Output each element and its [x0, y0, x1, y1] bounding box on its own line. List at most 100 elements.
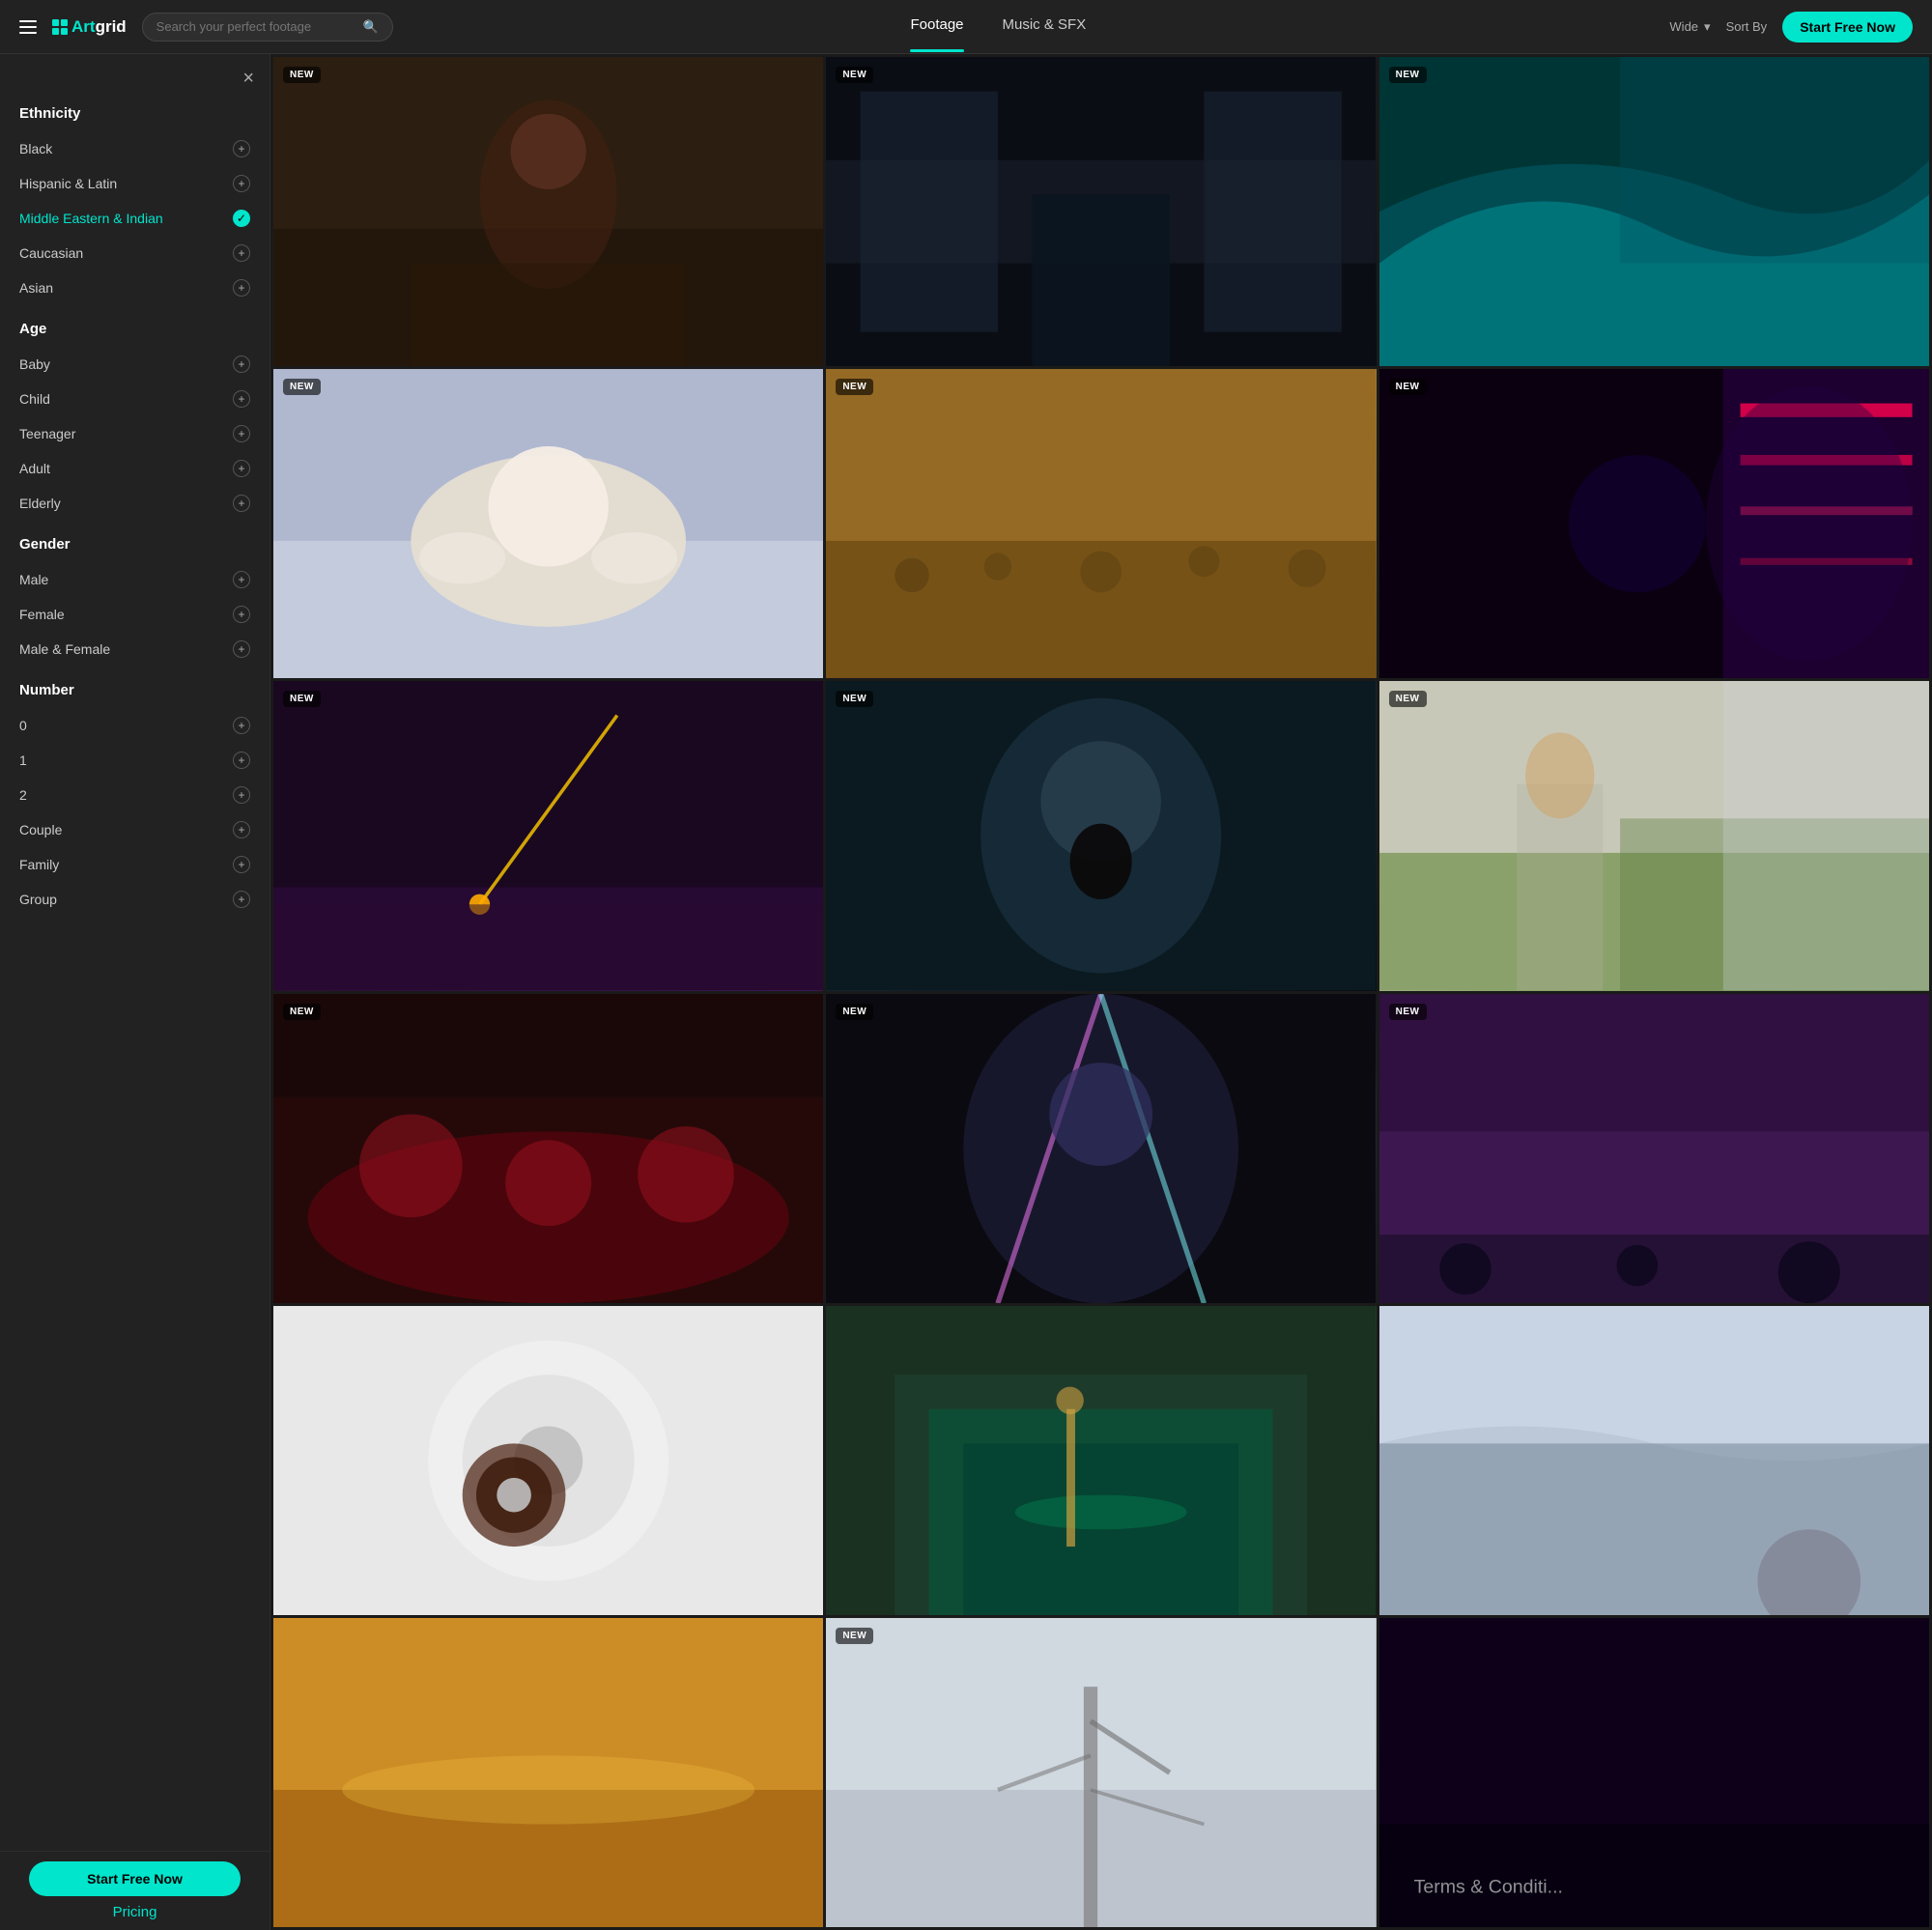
add-child-icon[interactable]: +: [233, 390, 250, 408]
grid-item-6[interactable]: NEW: [1379, 369, 1929, 678]
add-family-icon[interactable]: +: [233, 856, 250, 873]
add-1-icon[interactable]: +: [233, 752, 250, 769]
add-baby-icon[interactable]: +: [233, 355, 250, 373]
filter-item-2[interactable]: 2 +: [19, 778, 250, 812]
grid-item-5[interactable]: NEW: [826, 369, 1376, 678]
view-toggle[interactable]: Wide ▾: [1669, 19, 1710, 35]
add-caucasian-icon[interactable]: +: [233, 244, 250, 262]
start-free-button-header[interactable]: Start Free Now: [1782, 12, 1913, 43]
nav-music-sfx[interactable]: Music & SFX: [1003, 16, 1087, 37]
grid-item-16[interactable]: [273, 1618, 823, 1927]
content-area: NEW NEW: [270, 54, 1932, 1930]
new-badge-1: NEW: [283, 67, 321, 83]
number-heading: Number: [19, 682, 250, 698]
filter-item-hispanic[interactable]: Hispanic & Latin +: [19, 166, 250, 201]
grid-item-11[interactable]: NEW: [826, 994, 1376, 1303]
new-badge-10: NEW: [283, 1004, 321, 1020]
new-badge-8: NEW: [836, 691, 873, 707]
filter-item-group[interactable]: Group +: [19, 882, 250, 917]
add-middle-eastern-icon[interactable]: ✓: [233, 210, 250, 227]
logo-icon: [52, 19, 68, 35]
filter-item-male[interactable]: Male +: [19, 562, 250, 597]
sort-by[interactable]: Sort By: [1726, 19, 1768, 34]
grid-item-2[interactable]: NEW: [826, 57, 1376, 366]
grid-item-10[interactable]: NEW: [273, 994, 823, 1303]
filter-item-baby[interactable]: Baby +: [19, 347, 250, 382]
pricing-link[interactable]: Pricing: [29, 1904, 241, 1920]
grid-item-14[interactable]: [826, 1306, 1376, 1615]
search-input[interactable]: [156, 19, 355, 34]
hamburger-icon[interactable]: [19, 20, 37, 34]
filter-item-elderly[interactable]: Elderly +: [19, 486, 250, 521]
filter-item-teenager[interactable]: Teenager +: [19, 416, 250, 451]
thumbnail-5-svg: [826, 369, 1376, 678]
grid-item-3[interactable]: NEW: [1379, 57, 1929, 366]
header: Artgrid 🔍 Footage Music & SFX Wide ▾ Sor…: [0, 0, 1932, 54]
filter-item-black[interactable]: Black +: [19, 131, 250, 166]
filter-item-caucasian[interactable]: Caucasian +: [19, 236, 250, 270]
add-0-icon[interactable]: +: [233, 717, 250, 734]
thumbnail-1-svg: [273, 57, 823, 366]
filter-item-female[interactable]: Female +: [19, 597, 250, 632]
grid-item-13[interactable]: [273, 1306, 823, 1615]
grid-item-12[interactable]: NEW: [1379, 994, 1929, 1303]
filter-close-row: ×: [0, 54, 270, 90]
filter-item-1[interactable]: 1 +: [19, 743, 250, 778]
add-group-icon[interactable]: +: [233, 891, 250, 908]
thumbnail-2-svg: [826, 57, 1376, 366]
grid-item-4[interactable]: NEW: [273, 369, 823, 678]
new-badge-4: NEW: [283, 379, 321, 395]
add-couple-icon[interactable]: +: [233, 821, 250, 838]
thumbnail-7-svg: [273, 681, 823, 990]
filter-section-number: Number 0 + 1 + 2 + Couple + F: [19, 682, 250, 917]
thumbnail-6-svg: [1379, 369, 1929, 678]
grid-item-9[interactable]: NEW: [1379, 681, 1929, 990]
svg-text:Terms & Conditi...: Terms & Conditi...: [1413, 1877, 1562, 1898]
add-hispanic-icon[interactable]: +: [233, 175, 250, 192]
filter-section-ethnicity: Ethnicity Black + Hispanic & Latin + Mid…: [19, 105, 250, 305]
grid-item-18[interactable]: Terms & Conditi...: [1379, 1618, 1929, 1927]
add-female-icon[interactable]: +: [233, 606, 250, 623]
add-male-icon[interactable]: +: [233, 571, 250, 588]
thumbnail-8-svg: [826, 681, 1376, 990]
thumbnail-9-svg: [1379, 681, 1929, 990]
add-black-icon[interactable]: +: [233, 140, 250, 157]
thumbnail-17-svg: [826, 1618, 1376, 1927]
search-icon: 🔍: [362, 19, 378, 35]
filter-item-middle-eastern[interactable]: Middle Eastern & Indian ✓: [19, 201, 250, 236]
add-elderly-icon[interactable]: +: [233, 495, 250, 512]
new-badge-2: NEW: [836, 67, 873, 83]
filter-item-male-female[interactable]: Male & Female +: [19, 632, 250, 667]
logo[interactable]: Artgrid: [52, 17, 127, 37]
filter-item-asian[interactable]: Asian +: [19, 270, 250, 305]
thumbnail-12-svg: [1379, 994, 1929, 1303]
add-adult-icon[interactable]: +: [233, 460, 250, 477]
filter-section-gender: Gender Male + Female + Male & Female +: [19, 536, 250, 667]
filter-item-couple[interactable]: Couple +: [19, 812, 250, 847]
add-male-female-icon[interactable]: +: [233, 640, 250, 658]
grid-item-8[interactable]: NEW: [826, 681, 1376, 990]
new-badge-5: NEW: [836, 379, 873, 395]
nav-footage[interactable]: Footage: [910, 16, 963, 37]
filter-item-adult[interactable]: Adult +: [19, 451, 250, 486]
thumbnail-13-svg: [273, 1306, 823, 1615]
filter-item-0[interactable]: 0 +: [19, 708, 250, 743]
add-2-icon[interactable]: +: [233, 786, 250, 804]
start-free-button-sidebar[interactable]: Start Free Now: [29, 1861, 241, 1896]
logo-text: Artgrid: [71, 17, 127, 37]
grid-item-17[interactable]: NEW: [826, 1618, 1376, 1927]
new-badge-9: NEW: [1389, 691, 1427, 707]
close-icon[interactable]: ×: [242, 68, 254, 90]
add-teenager-icon[interactable]: +: [233, 425, 250, 442]
grid-item-15[interactable]: [1379, 1306, 1929, 1615]
search-box[interactable]: 🔍: [142, 13, 393, 42]
grid-item-7[interactable]: NEW: [273, 681, 823, 990]
new-badge-11: NEW: [836, 1004, 873, 1020]
add-asian-icon[interactable]: +: [233, 279, 250, 297]
filter-section-age: Age Baby + Child + Teenager + Adult +: [19, 321, 250, 521]
header-right: Wide ▾ Sort By Start Free Now: [1604, 12, 1913, 43]
filter-item-child[interactable]: Child +: [19, 382, 250, 416]
grid-item-1[interactable]: NEW: [273, 57, 823, 366]
chevron-down-icon: ▾: [1704, 19, 1711, 35]
filter-item-family[interactable]: Family +: [19, 847, 250, 882]
